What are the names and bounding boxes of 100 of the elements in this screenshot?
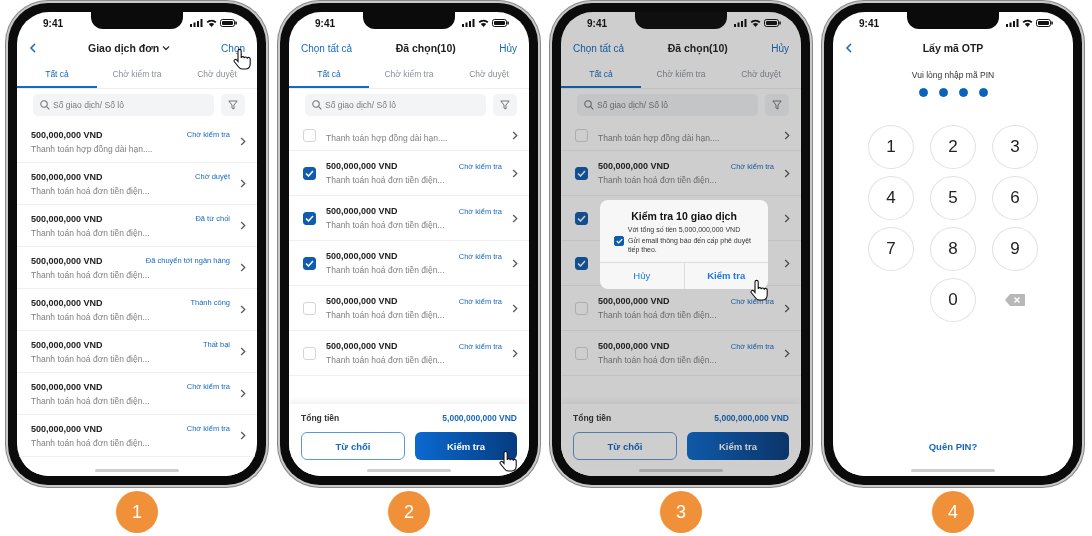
- chevron-right-icon: [784, 258, 790, 268]
- step-number: 3: [660, 491, 702, 533]
- email-checkbox[interactable]: [614, 236, 624, 246]
- description-text: Thanh toán hoá đơn tiền điện...: [31, 269, 151, 280]
- total-label: Tổng tiền: [573, 413, 612, 423]
- search-icon: [312, 100, 322, 110]
- digit-key[interactable]: 0: [930, 278, 976, 322]
- chevron-right-icon: [240, 389, 246, 398]
- amount-text: 500,000,000 VND: [598, 161, 670, 171]
- cancel-link[interactable]: Hủy: [499, 42, 517, 54]
- reject-button[interactable]: Từ chối: [301, 432, 405, 460]
- step-number: 1: [116, 491, 158, 533]
- battery-icon: [1036, 19, 1053, 27]
- amount-text: 500,000,000 VND: [31, 171, 103, 182]
- description-text: Thanh toán hoá đơn tiền điện...: [31, 395, 151, 406]
- filter-tab[interactable]: Chờ duyệt: [449, 62, 529, 88]
- filter-tab[interactable]: Chờ duyệt: [177, 62, 257, 88]
- check-button[interactable]: Kiểm tra: [687, 432, 789, 460]
- total-amount: 5,000,000,000 VND: [442, 413, 517, 423]
- select-link[interactable]: Chọn: [221, 42, 245, 54]
- amount-text: 500,000,000 VND: [31, 297, 103, 308]
- amount-text: 500,000,000 VND: [31, 423, 103, 434]
- battery-icon: [220, 19, 237, 27]
- signal-icon: [462, 19, 475, 27]
- search-field[interactable]: Số giao dịch/ Số lô: [33, 94, 214, 116]
- filter-tab[interactable]: Tất cả: [561, 62, 641, 88]
- checkbox[interactable]: [575, 166, 588, 180]
- description-text: Thanh toán hoá đơn tiền điện...: [326, 175, 446, 185]
- amount-text: 500,000,000 VND: [326, 341, 398, 351]
- chevron-right-icon: [784, 303, 790, 313]
- filter-tab[interactable]: Chờ kiểm tra: [97, 62, 177, 88]
- filter-tab[interactable]: Tất cả: [289, 62, 369, 88]
- transaction-row[interactable]: Thanh toán hợp đồng dài hạn....: [289, 121, 529, 151]
- amount-text: 500,000,000 VND: [326, 206, 398, 216]
- checkbox[interactable]: [303, 166, 316, 180]
- dialog-cancel-button[interactable]: Hủy: [600, 262, 684, 289]
- digit-key[interactable]: 8: [930, 227, 976, 271]
- description-text: Thanh toán hoá đơn tiền điện...: [31, 353, 151, 364]
- back-icon[interactable]: [845, 43, 853, 53]
- status-time: 9:41: [587, 17, 607, 29]
- backspace-icon: [1005, 294, 1025, 306]
- chevron-right-icon: [240, 137, 246, 146]
- filter-icon: [500, 100, 510, 110]
- reject-button[interactable]: Từ chối: [573, 432, 677, 460]
- amount-text: 500,000,000 VND: [326, 296, 398, 306]
- chevron-right-icon: [240, 305, 246, 314]
- digit-key[interactable]: 7: [868, 227, 914, 271]
- transaction-row[interactable]: Thanh toán hợp đồng dài hạn....: [561, 121, 801, 151]
- check-button[interactable]: Kiểm tra: [415, 432, 517, 460]
- digit-key[interactable]: 1: [868, 125, 914, 169]
- select-all-link[interactable]: Chọn tất cả: [301, 42, 353, 54]
- digit-key[interactable]: 9: [992, 227, 1038, 271]
- cancel-link[interactable]: Hủy: [771, 42, 789, 54]
- checkbox[interactable]: [303, 211, 316, 225]
- step-number: 4: [932, 491, 974, 533]
- search-field[interactable]: Số giao dịch/ Số lô: [577, 94, 758, 116]
- digit-key[interactable]: 3: [992, 125, 1038, 169]
- digit-key[interactable]: 2: [930, 125, 976, 169]
- amount-text: 500,000,000 VND: [598, 341, 670, 351]
- digit-key[interactable]: 4: [868, 176, 914, 220]
- chevron-right-icon: [784, 348, 790, 358]
- amount-text: 500,000,000 VND: [326, 161, 398, 171]
- wifi-icon: [478, 19, 489, 27]
- filter-tab[interactable]: Chờ kiểm tra: [369, 62, 449, 88]
- screen-title: Lấy mã OTP: [922, 42, 984, 54]
- status-time: 9:41: [43, 17, 63, 29]
- status-time: 9:41: [859, 17, 879, 29]
- filter-icon: [228, 100, 238, 110]
- chevron-down-icon[interactable]: [162, 45, 171, 51]
- amount-text: 500,000,000 VND: [31, 339, 103, 350]
- wifi-icon: [206, 19, 217, 27]
- chevron-right-icon: [512, 213, 518, 223]
- chevron-right-icon: [240, 221, 246, 230]
- amount-text: 500,000,000 VND: [598, 296, 670, 306]
- filter-tab[interactable]: Tất cả: [17, 62, 97, 88]
- chevron-right-icon: [240, 179, 246, 188]
- chevron-right-icon: [240, 263, 246, 272]
- digit-key[interactable]: 5: [930, 176, 976, 220]
- search-icon: [40, 100, 50, 110]
- forgot-pin-link[interactable]: Quên PIN?: [928, 441, 978, 452]
- digit-key[interactable]: 6: [992, 176, 1038, 220]
- signal-icon: [190, 19, 203, 27]
- wifi-icon: [750, 19, 761, 27]
- chevron-right-icon: [512, 168, 518, 178]
- screen-title: Giao dịch đơn: [88, 42, 160, 54]
- back-icon[interactable]: [29, 43, 37, 53]
- checkbox[interactable]: [575, 211, 588, 225]
- description-text: Thanh toán hoá đơn tiền điện...: [326, 220, 446, 230]
- description-text: Thanh toán hoá đơn tiền điện...: [598, 355, 718, 365]
- step-number: 2: [388, 491, 430, 533]
- wifi-icon: [1022, 19, 1033, 27]
- search-field[interactable]: Số giao dịch/ Số lô: [305, 94, 486, 116]
- checkbox[interactable]: [303, 256, 316, 270]
- checkbox[interactable]: [575, 256, 588, 270]
- chevron-right-icon: [784, 131, 790, 140]
- description-text: Thanh toán hoá đơn tiền điện...: [326, 310, 446, 320]
- description-text: Thanh toán hợp đồng dài hạn....: [598, 132, 721, 143]
- description-text: Thanh toán hoá đơn tiền điện...: [326, 265, 446, 275]
- chevron-right-icon: [784, 168, 790, 178]
- select-all-link[interactable]: Chọn tất cả: [573, 42, 625, 54]
